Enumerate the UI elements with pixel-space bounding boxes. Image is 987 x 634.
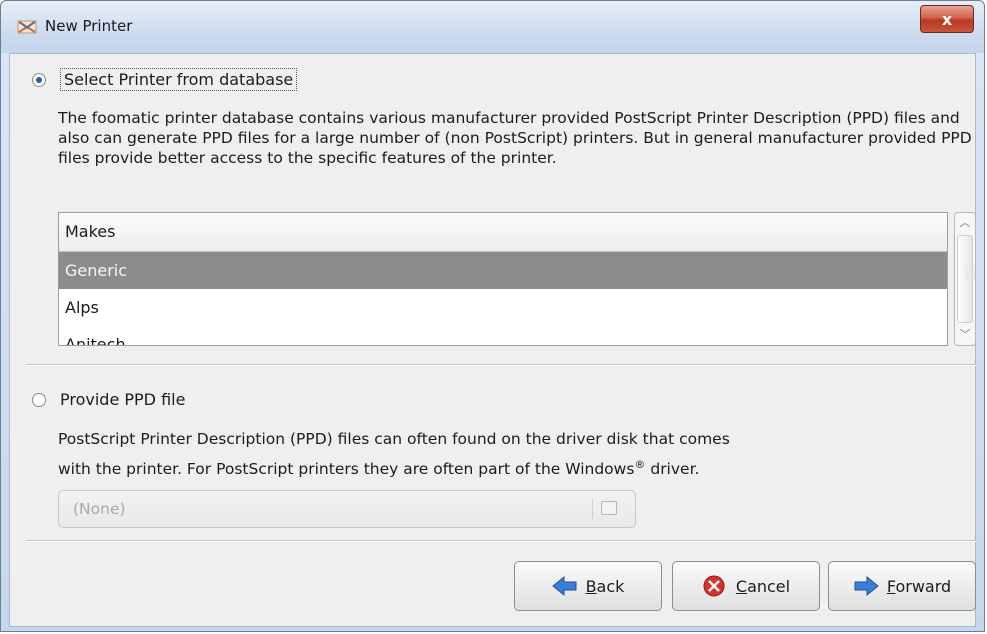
scroll-thumb[interactable]: ⋮⋮ <box>957 235 979 323</box>
makes-column-header[interactable]: Makes <box>59 213 947 252</box>
ppd-file-chooser: (None) <box>58 490 636 528</box>
makes-list[interactable]: Makes Generic Alps Anitech <box>58 212 948 346</box>
arrow-left-icon <box>551 575 577 597</box>
list-item-alps[interactable]: Alps <box>59 289 947 326</box>
folder-icon <box>601 501 617 515</box>
new-printer-window: New Printer x Select Printer from databa… <box>0 0 985 632</box>
database-description: The foomatic printer database contains v… <box>58 109 972 167</box>
arrow-right-icon <box>854 575 879 597</box>
database-option-row[interactable]: Select Printer from database <box>32 68 298 91</box>
registered-mark: ® <box>634 458 646 471</box>
forward-button-label: Forward <box>886 576 952 596</box>
database-option-label[interactable]: Select Printer from database <box>60 68 298 91</box>
cancel-icon <box>703 575 725 597</box>
database-radio-button[interactable] <box>32 72 46 87</box>
back-button-label: Back <box>585 576 625 596</box>
dialog-content: Select Printer from database The foomati… <box>9 53 979 627</box>
makes-list-scrollbar[interactable]: ︿ ⋮⋮ ﹀ <box>954 212 979 346</box>
grip-icon: ⋮⋮ <box>963 270 979 279</box>
cancel-button[interactable]: Cancel <box>672 561 820 611</box>
file-chooser-value: (None) <box>73 500 126 518</box>
button-area-divider <box>26 540 976 542</box>
list-item-anitech[interactable]: Anitech <box>59 326 947 345</box>
forward-button[interactable]: Forward <box>828 561 976 611</box>
close-icon: x <box>941 9 953 29</box>
window-title: New Printer <box>45 17 133 35</box>
ppd-option-label[interactable]: Provide PPD file <box>60 390 185 409</box>
ppd-description-line1: PostScript Printer Description (PPD) fil… <box>58 430 730 448</box>
cancel-button-label: Cancel <box>735 576 791 596</box>
file-chooser-separator <box>592 499 593 519</box>
ppd-option-row[interactable]: Provide PPD file <box>32 390 185 409</box>
title-bar: New Printer x <box>1 1 984 53</box>
ppd-radio-button[interactable] <box>32 392 46 407</box>
ppd-description: PostScript Printer Description (PPD) fil… <box>58 426 958 482</box>
ppd-description-line2: with the printer. For PostScript printer… <box>58 458 700 479</box>
scroll-down-icon[interactable]: ﹀ <box>956 325 974 345</box>
scroll-up-icon[interactable]: ︿ <box>956 213 974 233</box>
close-button[interactable]: x <box>920 5 974 33</box>
section-divider <box>26 364 976 366</box>
back-button[interactable]: Back <box>514 561 662 611</box>
printer-app-icon <box>17 20 37 34</box>
list-item-generic[interactable]: Generic <box>59 252 947 289</box>
